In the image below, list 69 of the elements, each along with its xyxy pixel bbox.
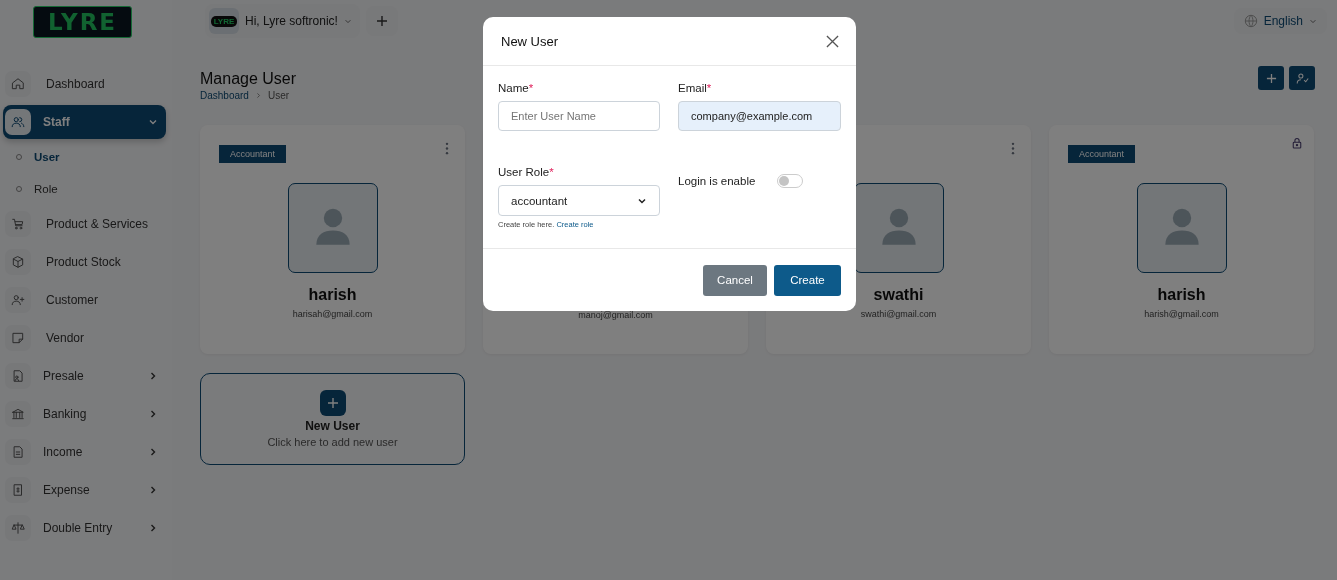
new-user-title: New User bbox=[305, 419, 360, 433]
new-user-card[interactable]: New User Click here to add new user bbox=[200, 373, 465, 465]
field-label: User Role bbox=[498, 166, 550, 178]
sidebar-item[interactable]: Double Entry bbox=[3, 511, 166, 545]
user-email: swathi@gmail.com bbox=[860, 309, 937, 319]
dialog-title: New User bbox=[501, 33, 559, 49]
more-options-icon[interactable] bbox=[1011, 142, 1015, 155]
menu-icon bbox=[11, 255, 25, 269]
user-name: swathi bbox=[873, 286, 924, 305]
login-toggle[interactable] bbox=[777, 174, 804, 188]
sidebar-item[interactable]: Product & Services bbox=[3, 207, 166, 241]
page-title: Manage User bbox=[200, 70, 297, 88]
chevron-icon bbox=[1309, 17, 1317, 25]
sidebar-item[interactable]: Dashboard bbox=[3, 67, 166, 101]
menu-icon bbox=[11, 445, 25, 459]
breadcrumb-link[interactable]: Dashboard bbox=[200, 90, 249, 101]
sidebar-item[interactable]: Presale bbox=[3, 359, 166, 393]
menu-icon bbox=[11, 407, 25, 421]
menu-icon bbox=[11, 483, 25, 497]
user-email: manoj@gmail.com bbox=[578, 310, 653, 320]
user-name: harish bbox=[1157, 286, 1206, 305]
required-mark: * bbox=[528, 82, 534, 94]
company-avatar: LYRE bbox=[209, 8, 239, 34]
role-badge: Accountant bbox=[219, 145, 287, 163]
sidebar-item[interactable]: Vendor bbox=[3, 321, 166, 355]
email-field[interactable]: company@example.com bbox=[678, 101, 841, 131]
user-email: harisah@gmail.com bbox=[292, 309, 373, 319]
field-label: Email bbox=[678, 82, 707, 94]
sidebar-item[interactable]: Staff bbox=[3, 105, 166, 139]
menu-icon bbox=[11, 293, 25, 307]
cancel-button[interactable]: Cancel bbox=[703, 264, 767, 296]
toggle-label: Login is enable bbox=[678, 175, 756, 187]
breadcrumb-separator-icon bbox=[254, 92, 262, 99]
user-check-icon bbox=[1295, 71, 1309, 85]
more-options-icon[interactable] bbox=[445, 142, 449, 155]
sidebar-item[interactable]: Banking bbox=[3, 397, 166, 431]
sidebar-item[interactable]: Income bbox=[3, 435, 166, 469]
plus-icon bbox=[375, 15, 388, 27]
name-field[interactable]: Enter User Name bbox=[498, 101, 660, 131]
submenu-item[interactable]: Role bbox=[0, 173, 172, 205]
sidebar-item[interactable]: Customer bbox=[3, 283, 166, 317]
required-mark: * bbox=[549, 166, 554, 178]
menu-icon bbox=[11, 77, 25, 91]
lock-icon[interactable] bbox=[1292, 137, 1302, 149]
create-button[interactable]: Create bbox=[774, 264, 841, 296]
menu-icon bbox=[11, 521, 25, 535]
menu-icon bbox=[11, 115, 25, 129]
submenu-item[interactable]: User bbox=[0, 141, 172, 173]
add-button[interactable] bbox=[1258, 66, 1284, 90]
user-email: harish@gmail.com bbox=[1144, 309, 1219, 319]
role-dropdown[interactable]: accountant bbox=[498, 185, 660, 216]
plus-icon bbox=[319, 390, 346, 416]
plus-icon bbox=[1265, 72, 1277, 84]
user-check-button[interactable] bbox=[1289, 66, 1315, 90]
breadcrumb-current: User bbox=[267, 90, 290, 101]
user-name: harish bbox=[308, 286, 357, 305]
globe-icon bbox=[1243, 14, 1258, 28]
chevron-icon bbox=[343, 17, 352, 25]
sidebar-item[interactable]: Product Stock bbox=[3, 245, 166, 279]
menu-icon bbox=[11, 369, 25, 383]
role-badge: Accountant bbox=[1068, 145, 1136, 163]
sidebar-item[interactable]: Expense bbox=[3, 473, 166, 507]
required-mark: * bbox=[706, 82, 712, 94]
field-label: Name bbox=[498, 82, 529, 94]
new-user-hint: Click here to add new user bbox=[267, 436, 398, 448]
close-icon[interactable] bbox=[826, 34, 839, 48]
menu-icon bbox=[11, 331, 25, 345]
menu-icon bbox=[11, 217, 25, 231]
logo: LYRE bbox=[33, 6, 132, 38]
